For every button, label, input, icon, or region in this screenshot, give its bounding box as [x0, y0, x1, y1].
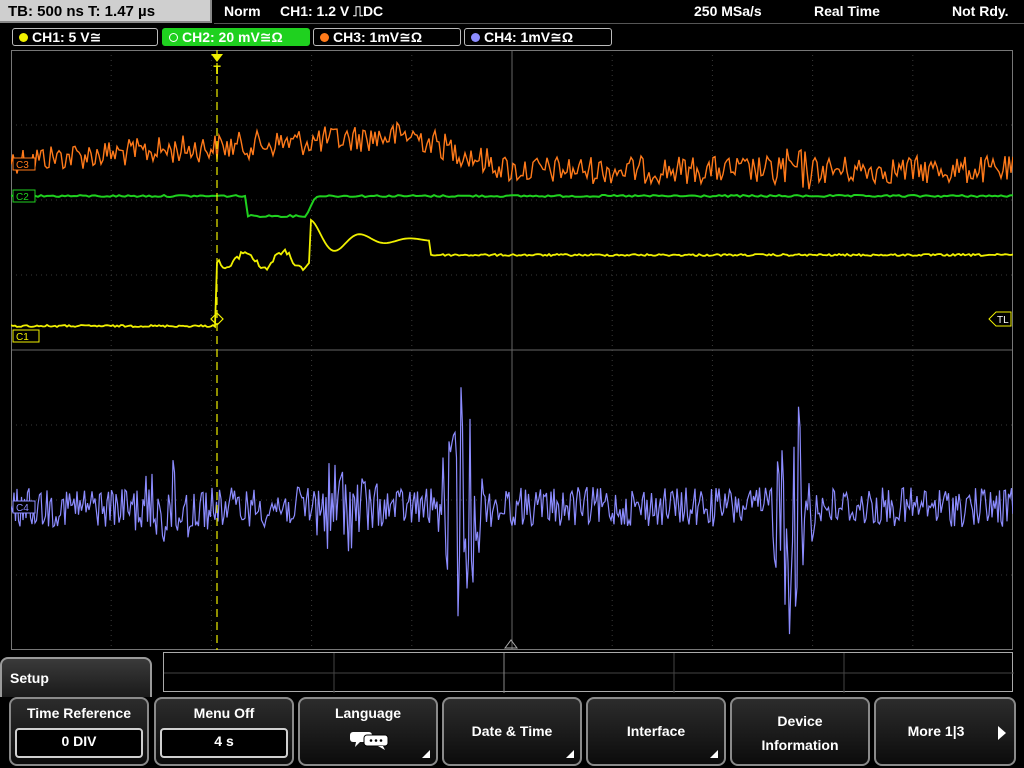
menu-title-tab: Setup — [0, 657, 152, 697]
svg-text:C2: C2 — [16, 192, 29, 203]
ch2-color-icon — [169, 33, 178, 42]
submenu-corner-icon — [566, 750, 574, 758]
trigger-setting[interactable]: CH1: 1.2 V ⎍DC — [280, 0, 383, 23]
ch2-ground-marker[interactable]: C2 — [12, 189, 36, 203]
device-information-line2: Information — [761, 737, 839, 753]
graticule — [11, 50, 1013, 650]
trigger-status: Not Rdy. — [952, 3, 1009, 19]
center-marker-icon — [504, 639, 518, 649]
date-time-softkey[interactable]: Date & Time — [442, 697, 582, 766]
speech-bubble-icon — [350, 732, 389, 750]
acquisition-mode: Real Time — [814, 3, 880, 19]
more-label: More 1|3 — [907, 723, 965, 739]
arrow-right-icon — [998, 726, 1006, 740]
ch3-label: CH3: 1mV≅Ω — [333, 29, 423, 45]
submenu-corner-icon — [422, 750, 430, 758]
more-softkey[interactable]: More 1|3 — [874, 697, 1016, 766]
trigger-mode[interactable]: Norm — [224, 0, 261, 23]
language-softkey[interactable]: Language — [298, 697, 438, 766]
menu-off-softkey[interactable]: Menu Off 4 s — [154, 697, 294, 766]
ch1-label: CH1: 5 V≅ — [32, 29, 102, 45]
trigger-level-marker[interactable]: TL — [988, 311, 1012, 327]
svg-text:C3: C3 — [16, 160, 29, 171]
svg-text:T: T — [213, 63, 221, 77]
menu-off-label: Menu Off — [193, 705, 255, 721]
ch4-label: CH4: 1mV≅Ω — [484, 29, 574, 45]
status-bar: TB: 500 ns T: 1.47 µs Norm CH1: 1.2 V ⎍D… — [0, 0, 1024, 25]
svg-text:C4: C4 — [16, 503, 29, 514]
svg-text:TL: TL — [997, 315, 1009, 326]
overview-bar-grid — [164, 653, 1014, 693]
sample-rate: 250 MSa/s — [694, 3, 762, 19]
svg-text:C1: C1 — [16, 332, 29, 343]
device-information-line1: Device — [777, 713, 823, 729]
trigger-position-marker-icon[interactable]: T — [211, 54, 223, 77]
channel-tab-ch2[interactable]: CH2: 20 mV≅Ω — [162, 28, 310, 46]
time-reference-softkey[interactable]: Time Reference 0 DIV — [9, 697, 149, 766]
overview-bar — [163, 652, 1014, 693]
ch3-ground-marker[interactable]: C3 — [12, 157, 36, 171]
ch2-label: CH2: 20 mV≅Ω — [182, 29, 283, 45]
channel-tab-ch4[interactable]: CH4: 1mV≅Ω — [464, 28, 612, 46]
language-label: Language — [334, 705, 402, 721]
menu-off-value: 4 s — [160, 728, 288, 758]
channel-tab-ch1[interactable]: CH1: 5 V≅ — [12, 28, 158, 46]
acquisition-status-strip: Norm CH1: 1.2 V ⎍DC 250 MSa/s Real Time … — [214, 0, 1024, 24]
device-information-label: Device Information — [732, 709, 868, 757]
interface-label: Interface — [626, 723, 686, 739]
ch1-color-icon — [19, 33, 28, 42]
time-reference-label: Time Reference — [26, 705, 131, 721]
interface-softkey[interactable]: Interface — [586, 697, 726, 766]
ch4-color-icon — [471, 33, 480, 42]
device-information-softkey[interactable]: Device Information — [730, 697, 870, 766]
ch3-color-icon — [320, 33, 329, 42]
time-reference-value: 0 DIV — [15, 728, 143, 758]
waveform-display[interactable]: T C3 C2 C1 C4 TL — [11, 50, 1013, 650]
ch4-ground-marker[interactable]: C4 — [12, 500, 36, 514]
submenu-corner-icon — [710, 750, 718, 758]
channel-tab-ch3[interactable]: CH3: 1mV≅Ω — [313, 28, 461, 46]
date-time-label: Date & Time — [471, 723, 553, 739]
timebase-readout[interactable]: TB: 500 ns T: 1.47 µs — [0, 0, 212, 23]
ch1-ground-marker[interactable]: C1 — [12, 329, 40, 343]
waveform-canvas: T C3 C2 C1 C4 TL — [11, 50, 1013, 650]
